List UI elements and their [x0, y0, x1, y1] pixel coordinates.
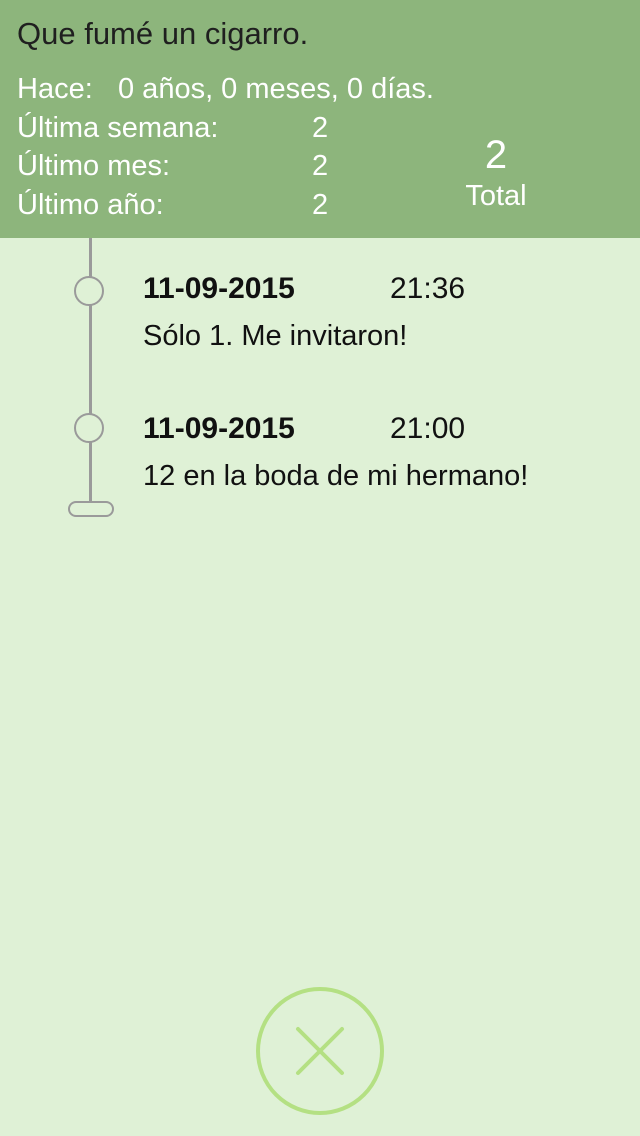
stat-label-month: Último mes: — [17, 150, 171, 182]
entry-date[interactable]: 11-09-2015 — [143, 412, 295, 446]
entry-note[interactable]: Sólo 1. Me invitaron! — [143, 320, 407, 353]
entry-time[interactable]: 21:36 — [390, 272, 465, 306]
close-icon — [296, 1027, 344, 1075]
total-label: Total — [465, 180, 527, 212]
stat-value-week: 2 — [312, 112, 329, 144]
total-count: 2 — [484, 133, 508, 177]
entry-note[interactable]: 12 en la boda de mi hermano! — [143, 460, 528, 493]
page-title: Que fumé un cigarro. — [17, 16, 309, 51]
stat-value-year: 2 — [312, 189, 329, 221]
timeline-node — [74, 276, 104, 306]
hace-value: 0 años, 0 meses, 0 días. — [118, 73, 434, 105]
summary-header: Que fumé un cigarro. Hace: 0 años, 0 mes… — [0, 0, 640, 238]
stat-label-week: Última semana: — [17, 112, 219, 144]
timeline-end-cap — [68, 501, 114, 517]
entry-date[interactable]: 11-09-2015 — [143, 272, 295, 306]
timeline-node — [74, 413, 104, 443]
entry-time[interactable]: 21:00 — [390, 412, 465, 446]
stat-label-year: Último año: — [17, 189, 164, 221]
close-button[interactable] — [256, 987, 384, 1115]
stat-value-month: 2 — [312, 150, 329, 182]
hace-label: Hace: — [17, 73, 93, 105]
